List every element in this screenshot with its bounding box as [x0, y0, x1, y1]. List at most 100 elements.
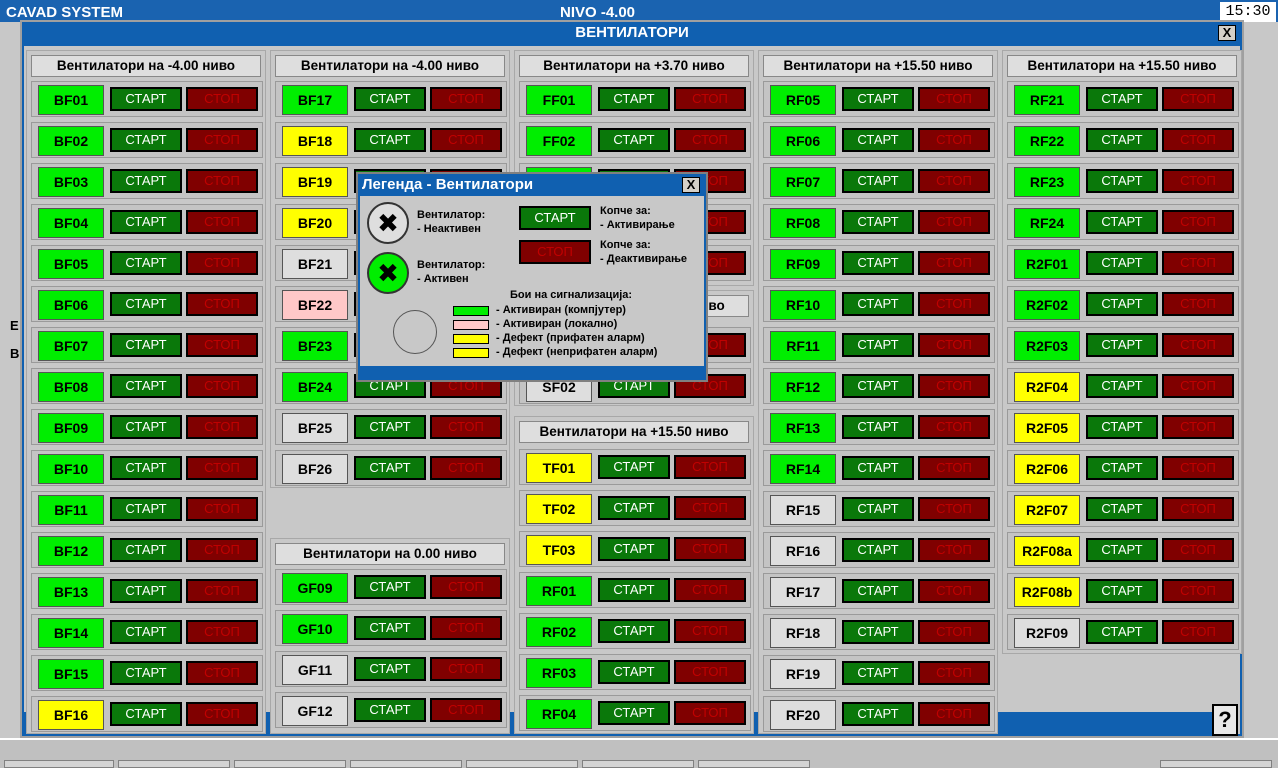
- start-button[interactable]: СТАРТ: [842, 538, 914, 562]
- fan-label[interactable]: TF01: [526, 453, 592, 483]
- stop-button[interactable]: СТОП: [186, 497, 258, 521]
- stop-button[interactable]: СТОП: [1162, 456, 1234, 480]
- stop-button[interactable]: СТОП: [918, 333, 990, 357]
- start-button[interactable]: СТАРТ: [1086, 579, 1158, 603]
- fan-label[interactable]: RF06: [770, 126, 836, 156]
- fan-label[interactable]: BF17: [282, 85, 348, 115]
- fan-label[interactable]: R2F05: [1014, 413, 1080, 443]
- stop-button[interactable]: СТОП: [918, 374, 990, 398]
- stop-button[interactable]: СТОП: [918, 415, 990, 439]
- start-button[interactable]: СТАРТ: [598, 660, 670, 684]
- fan-label[interactable]: RF20: [770, 700, 836, 730]
- stop-button[interactable]: СТОП: [674, 537, 746, 561]
- fan-label[interactable]: R2F04: [1014, 372, 1080, 402]
- stop-button[interactable]: СТОП: [1162, 415, 1234, 439]
- fan-label[interactable]: BF22: [282, 290, 348, 320]
- stop-button[interactable]: СТОП: [918, 661, 990, 685]
- stop-button[interactable]: СТОП: [918, 210, 990, 234]
- fan-label[interactable]: BF07: [38, 331, 104, 361]
- stop-button[interactable]: СТОП: [674, 455, 746, 479]
- start-button[interactable]: СТАРТ: [842, 87, 914, 111]
- start-button[interactable]: СТАРТ: [354, 575, 426, 599]
- stop-button[interactable]: СТОП: [186, 251, 258, 275]
- fan-label[interactable]: TF02: [526, 494, 592, 524]
- stop-button[interactable]: СТОП: [1162, 292, 1234, 316]
- fan-label[interactable]: BF14: [38, 618, 104, 648]
- stop-button[interactable]: СТОП: [186, 538, 258, 562]
- fan-label[interactable]: BF02: [38, 126, 104, 156]
- stop-button[interactable]: СТОП: [1162, 374, 1234, 398]
- fan-label[interactable]: RF05: [770, 85, 836, 115]
- taskbar-segment[interactable]: [1160, 760, 1272, 768]
- stop-button[interactable]: СТОП: [186, 661, 258, 685]
- start-button[interactable]: СТАРТ: [354, 415, 426, 439]
- fan-label[interactable]: BF20: [282, 208, 348, 238]
- start-button[interactable]: СТАРТ: [1086, 251, 1158, 275]
- start-button[interactable]: СТАРТ: [1086, 620, 1158, 644]
- start-button[interactable]: СТАРТ: [842, 415, 914, 439]
- fan-label[interactable]: RF02: [526, 617, 592, 647]
- start-button[interactable]: СТАРТ: [110, 620, 182, 644]
- fan-label[interactable]: RF22: [1014, 126, 1080, 156]
- fan-label[interactable]: BF23: [282, 331, 348, 361]
- stop-button[interactable]: СТОП: [186, 415, 258, 439]
- fan-label[interactable]: BF04: [38, 208, 104, 238]
- stop-button[interactable]: СТОП: [674, 87, 746, 111]
- fan-label[interactable]: RF11: [770, 331, 836, 361]
- start-button[interactable]: СТАРТ: [1086, 169, 1158, 193]
- stop-button[interactable]: СТОП: [918, 292, 990, 316]
- start-button[interactable]: СТАРТ: [598, 496, 670, 520]
- start-button[interactable]: СТАРТ: [842, 210, 914, 234]
- window-close-button[interactable]: X: [1218, 25, 1236, 41]
- start-button[interactable]: СТАРТ: [842, 128, 914, 152]
- taskbar-segment[interactable]: [698, 760, 810, 768]
- stop-button[interactable]: СТОП: [186, 620, 258, 644]
- start-button[interactable]: СТАРТ: [354, 456, 426, 480]
- start-button[interactable]: СТАРТ: [110, 661, 182, 685]
- stop-button[interactable]: СТОП: [918, 128, 990, 152]
- start-button[interactable]: СТАРТ: [1086, 87, 1158, 111]
- start-button[interactable]: СТАРТ: [1086, 374, 1158, 398]
- fan-label[interactable]: BF24: [282, 372, 348, 402]
- taskbar-segment[interactable]: [350, 760, 462, 768]
- stop-button[interactable]: СТОП: [918, 251, 990, 275]
- stop-button[interactable]: СТОП: [1162, 538, 1234, 562]
- fan-label[interactable]: R2F06: [1014, 454, 1080, 484]
- stop-button[interactable]: СТОП: [430, 657, 502, 681]
- taskbar-segment[interactable]: [466, 760, 578, 768]
- stop-button[interactable]: СТОП: [1162, 128, 1234, 152]
- stop-button[interactable]: СТОП: [186, 579, 258, 603]
- stop-button[interactable]: СТОП: [1162, 87, 1234, 111]
- start-button[interactable]: СТАРТ: [1086, 497, 1158, 521]
- taskbar-segment[interactable]: [582, 760, 694, 768]
- stop-button[interactable]: СТОП: [918, 169, 990, 193]
- taskbar-segment[interactable]: [118, 760, 230, 768]
- start-button[interactable]: СТАРТ: [110, 87, 182, 111]
- start-button[interactable]: СТАРТ: [842, 292, 914, 316]
- fan-label[interactable]: RF13: [770, 413, 836, 443]
- stop-button[interactable]: СТОП: [186, 87, 258, 111]
- fan-label[interactable]: GF11: [282, 655, 348, 685]
- start-button[interactable]: СТАРТ: [110, 210, 182, 234]
- start-button[interactable]: СТАРТ: [110, 497, 182, 521]
- start-button[interactable]: СТАРТ: [354, 657, 426, 681]
- stop-button[interactable]: СТОП: [430, 87, 502, 111]
- fan-label[interactable]: TF03: [526, 535, 592, 565]
- fan-label[interactable]: RF24: [1014, 208, 1080, 238]
- start-button[interactable]: СТАРТ: [598, 128, 670, 152]
- fan-label[interactable]: RF07: [770, 167, 836, 197]
- stop-button[interactable]: СТОП: [918, 87, 990, 111]
- start-button[interactable]: СТАРТ: [598, 455, 670, 479]
- start-button[interactable]: СТАРТ: [110, 702, 182, 726]
- taskbar-segment[interactable]: [234, 760, 346, 768]
- fan-label[interactable]: BF21: [282, 249, 348, 279]
- stop-button[interactable]: СТОП: [1162, 251, 1234, 275]
- fan-label[interactable]: RF17: [770, 577, 836, 607]
- start-button[interactable]: СТАРТ: [110, 292, 182, 316]
- stop-button[interactable]: СТОП: [674, 496, 746, 520]
- stop-button[interactable]: СТОП: [1162, 169, 1234, 193]
- start-button[interactable]: СТАРТ: [842, 661, 914, 685]
- stop-button[interactable]: СТОП: [674, 660, 746, 684]
- help-button[interactable]: ?: [1212, 704, 1238, 736]
- start-button[interactable]: СТАРТ: [842, 579, 914, 603]
